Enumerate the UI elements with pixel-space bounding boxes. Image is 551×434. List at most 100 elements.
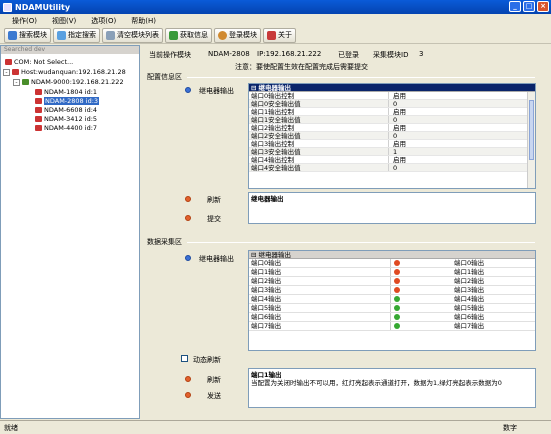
- collapse-icon[interactable]: -: [3, 68, 10, 76]
- com-icon: [5, 59, 12, 65]
- table-row[interactable]: 端口7输出 端口7输出: [249, 322, 535, 331]
- info-icon: [169, 30, 178, 40]
- menu-view[interactable]: 视图(V): [52, 16, 76, 26]
- login-status: 已登录: [338, 51, 359, 59]
- module-model: NDAM-2808: [208, 50, 250, 58]
- config-refresh-button[interactable]: 刷新: [207, 195, 221, 205]
- submit-icon: [185, 215, 191, 221]
- menu-help[interactable]: 帮助(H): [131, 16, 156, 26]
- app-icon: [3, 2, 12, 12]
- table-row[interactable]: 端口0输出 端口0输出: [249, 259, 535, 268]
- menu-bar: 操作(O) 视图(V) 选项(O) 帮助(H): [0, 14, 551, 27]
- config-submit-button[interactable]: 提交: [207, 214, 221, 224]
- module-id-label: 采集模块ID: [373, 51, 409, 59]
- scrollbar-thumb[interactable]: [529, 100, 534, 160]
- config-description-box: 继电器输出: [248, 192, 536, 224]
- module-id: 3: [419, 50, 424, 58]
- clear-list-icon: [106, 30, 115, 40]
- table-row[interactable]: 端口5输出 端口5输出: [249, 304, 535, 313]
- collect-description-box: 端口1输出 当配置为关闭时输出不可以用，红灯亮起表示通道打开，数据为1,绿灯亮起表…: [248, 368, 536, 408]
- status-bar: 就绪 数字: [0, 420, 551, 434]
- status-led-red-icon: [394, 260, 400, 266]
- refresh-icon: [185, 376, 191, 382]
- config-group-header[interactable]: ⊟ 继电器输出: [249, 84, 535, 92]
- table-row[interactable]: 端口2输出 端口2输出: [249, 277, 535, 286]
- refresh-icon: [185, 196, 191, 202]
- table-row[interactable]: 端口1安全输出值 0: [249, 116, 535, 124]
- notice-text: 注意：要使配置生效在配置完成后需要提交: [235, 63, 368, 71]
- status-text: 就绪: [4, 424, 18, 432]
- table-row[interactable]: 端口0安全输出值 0: [249, 100, 535, 108]
- device-icon: [35, 116, 42, 122]
- login-module-button[interactable]: 登录模块: [214, 27, 261, 43]
- about-button[interactable]: 关于: [263, 27, 296, 43]
- status-led-green-icon: [394, 296, 400, 302]
- status-led-red-icon: [394, 278, 400, 284]
- table-row[interactable]: 端口4安全输出值 0: [249, 164, 535, 172]
- status-led-red-icon: [394, 287, 400, 293]
- tree-child-node[interactable]: NDAM-4400 id:7: [35, 124, 97, 132]
- dynamic-refresh-checkbox[interactable]: [181, 355, 188, 362]
- table-row[interactable]: 端口2输出控制 启用: [249, 124, 535, 132]
- current-module-label: 当前操作模块: [149, 51, 191, 59]
- toolbar: 搜索模块 指定搜索 清空模块列表 获取信息 登录模块 关于: [0, 27, 551, 44]
- table-row[interactable]: 端口2安全输出值 0: [249, 132, 535, 140]
- send-icon: [185, 392, 191, 398]
- get-info-button[interactable]: 获取信息: [165, 27, 212, 43]
- expand-icon[interactable]: ⊟: [251, 84, 256, 92]
- search-icon: [8, 30, 17, 40]
- tree-com-node[interactable]: COM: Not Select...: [5, 58, 73, 66]
- divider: [187, 242, 535, 243]
- collect-section-title: 数据采集区: [147, 238, 182, 246]
- collect-property-grid[interactable]: ⊟ 继电器输出 端口0输出 端口0输出 端口1输出 端口1输出 端口2输出 端口2输出 …: [248, 250, 536, 351]
- device-icon: [35, 125, 42, 131]
- table-row[interactable]: 端口1输出 端口1输出: [249, 268, 535, 277]
- divider: [187, 77, 535, 78]
- table-row[interactable]: 端口1输出控制 启用: [249, 108, 535, 116]
- table-row[interactable]: 端口6输出 端口6输出: [249, 313, 535, 322]
- tree-child-node[interactable]: NDAM-6608 id:4: [35, 106, 97, 114]
- table-row[interactable]: 端口4输出 端口4输出: [249, 295, 535, 304]
- tree-child-node[interactable]: NDAM-1804 id:1: [35, 88, 97, 96]
- tree-module-node[interactable]: - NDAM-9000:192.168.21.222: [13, 78, 124, 86]
- table-row[interactable]: 端口4输出控制 启用: [249, 156, 535, 164]
- title-bar: NDAMUtility _ □ ×: [0, 0, 551, 14]
- menu-operation[interactable]: 操作(O): [12, 16, 37, 26]
- tree-child-node-selected[interactable]: NDAM-2808 id:3: [35, 97, 100, 105]
- search-module-button[interactable]: 搜索模块: [4, 27, 51, 43]
- config-row-label: 继电器输出: [199, 87, 234, 95]
- host-icon: [12, 69, 19, 75]
- clear-module-list-button[interactable]: 清空模块列表: [102, 27, 163, 43]
- collect-send-button[interactable]: 发送: [207, 391, 221, 401]
- menu-options[interactable]: 选项(O): [91, 16, 116, 26]
- collapse-icon[interactable]: -: [13, 78, 20, 86]
- collect-group-header[interactable]: ⊟ 继电器输出: [249, 251, 535, 259]
- table-row[interactable]: 端口0输出控制 启用: [249, 92, 535, 100]
- tree-header: Searched dev: [1, 46, 139, 54]
- tree-child-node[interactable]: NDAM-3412 id:5: [35, 115, 97, 123]
- table-row[interactable]: 端口3安全输出值 1: [249, 148, 535, 156]
- close-button[interactable]: ×: [537, 1, 549, 12]
- collect-row-label: 继电器输出: [199, 255, 234, 263]
- dynamic-refresh-label: 动态刷新: [193, 356, 221, 364]
- minimize-button[interactable]: _: [509, 1, 521, 12]
- device-icon: [35, 98, 42, 104]
- device-icon: [35, 107, 42, 113]
- user-icon: [218, 30, 227, 40]
- status-led-green-icon: [394, 305, 400, 311]
- config-property-grid[interactable]: ⊟ 继电器输出 端口0输出控制 启用 端口0安全输出值 0 端口1输出控制 启用 端口1…: [248, 83, 536, 189]
- info-icon: [185, 255, 191, 261]
- tree-host-node[interactable]: - Host:wudanquan:192.168.21.28: [3, 68, 126, 76]
- table-row[interactable]: 端口3输出 端口3输出: [249, 286, 535, 295]
- collect-refresh-button[interactable]: 刷新: [207, 375, 221, 385]
- status-led-green-icon: [394, 323, 400, 329]
- target-search-icon: [57, 30, 66, 40]
- expand-icon[interactable]: ⊟: [251, 251, 256, 259]
- table-row[interactable]: 端口3输出控制 启用: [249, 140, 535, 148]
- module-ip: IP:192.168.21.222: [257, 50, 322, 58]
- config-scrollbar[interactable]: [527, 92, 535, 188]
- status-mode: 数字: [503, 424, 517, 432]
- window-title: NDAMUtility: [15, 2, 71, 12]
- specified-search-button[interactable]: 指定搜索: [53, 27, 100, 43]
- maximize-button[interactable]: □: [523, 1, 535, 12]
